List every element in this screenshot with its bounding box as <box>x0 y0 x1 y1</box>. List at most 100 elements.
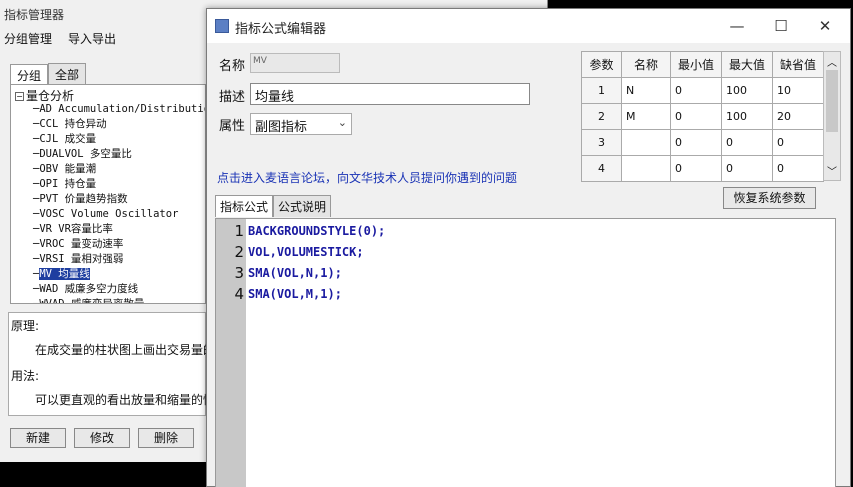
tree-item-label: AD Accumulation/Distribution <box>39 103 206 115</box>
line-number: 3 <box>234 264 244 282</box>
tree-item[interactable]: ─AD Accumulation/Distribution <box>33 102 206 117</box>
manager-menu: 分组管理 导入导出 <box>4 30 116 47</box>
tree-item[interactable]: ─PVT 价量趋势指数 <box>33 192 205 207</box>
tree-item-label: VR VR容量比率 <box>39 223 113 235</box>
forum-link[interactable]: 点击进入麦语言论坛，向文华技术人员提问你遇到的问题 <box>217 169 517 186</box>
tree-item-label: VRSI 量相对强弱 <box>39 253 124 265</box>
scroll-down-icon[interactable]: ﹀ <box>824 163 840 178</box>
attr-select[interactable]: 副图指标 ⌄ <box>250 113 352 135</box>
edit-button[interactable]: 修改 <box>74 428 130 448</box>
param-cell[interactable]: 20 <box>772 103 824 130</box>
code-line[interactable]: SMA(VOL,M,1); <box>248 284 342 305</box>
code-line[interactable]: BACKGROUNDSTYLE(0); <box>248 221 385 242</box>
param-row: 3000 <box>581 129 824 156</box>
col-header: 最大值 <box>721 51 773 78</box>
tree-item[interactable]: ─CCL 持仓异动 <box>33 117 205 132</box>
scroll-thumb[interactable] <box>826 70 838 132</box>
param-cell[interactable]: 100 <box>721 77 773 104</box>
tab-formula[interactable]: 指标公式 <box>215 195 274 217</box>
minimize-button[interactable]: — <box>725 15 749 37</box>
desc-label: 描述 <box>219 90 246 105</box>
name-field[interactable]: MV <box>250 53 340 73</box>
tree-item[interactable]: ─MV 均量线 <box>33 267 205 282</box>
tree-item[interactable]: ─CJL 成交量 <box>33 132 205 147</box>
principle-label: 原理: <box>11 319 40 333</box>
tree-item[interactable]: ─DUALVOL 多空量比 <box>33 147 205 162</box>
col-header: 参数 <box>581 51 622 78</box>
tree-root-label: 量仓分析 <box>26 89 75 103</box>
tree-item[interactable]: ─VRSI 量相对强弱 <box>33 252 205 267</box>
attr-select-value: 副图指标 <box>255 120 308 135</box>
formula-editor-window: 指标公式编辑器 — ☐ ✕ 名称 MV 描述 均量线 属性 副图指标 ⌄ 点击进… <box>206 8 851 487</box>
tree-item-label: CCL 持仓异动 <box>39 118 107 130</box>
editor-titlebar[interactable]: 指标公式编辑器 — ☐ ✕ <box>207 9 850 43</box>
param-cell[interactable]: 0 <box>670 103 722 130</box>
param-index: 2 <box>581 103 622 130</box>
chevron-down-icon[interactable]: ⌄ <box>338 116 347 129</box>
usage-label: 用法: <box>11 369 40 383</box>
code-line[interactable]: SMA(VOL,N,1); <box>248 263 342 284</box>
tree-item[interactable]: ─VROC 量变动速率 <box>33 237 205 252</box>
tree-item-label: MV 均量线 <box>39 268 90 280</box>
collapse-icon[interactable]: − <box>15 92 24 101</box>
editor-title: 指标公式编辑器 <box>235 22 327 37</box>
param-cell[interactable]: 0 <box>772 155 824 182</box>
tree-item-label: OPI 持仓量 <box>39 178 97 190</box>
tree-item[interactable]: ─WVAD 威廉变异离散量 <box>33 297 205 303</box>
usage-text: 可以更直观的看出放量和缩量的情 <box>35 393 216 407</box>
menu-import-export[interactable]: 导入导出 <box>68 30 116 47</box>
app-icon <box>215 19 229 33</box>
param-index: 3 <box>581 129 622 156</box>
tree-item-label: DUALVOL 多空量比 <box>39 148 132 160</box>
param-cell[interactable]: 10 <box>772 77 824 104</box>
manager-title: 指标管理器 <box>4 8 65 22</box>
param-cell[interactable] <box>621 129 671 156</box>
manager-tabs: 分组 全部 <box>10 63 87 86</box>
maximize-button[interactable]: ☐ <box>769 15 793 37</box>
code-editor[interactable]: 1 BACKGROUNDSTYLE(0); 2 VOL,VOLUMESTICK; 3 SM… <box>215 218 836 487</box>
indicator-tree: − 量仓分析 ─AD Accumulation/Distribution ─CCL … <box>10 84 206 304</box>
tree-item-label: OBV 能量潮 <box>39 163 97 175</box>
param-cell[interactable] <box>621 155 671 182</box>
attr-label: 属性 <box>219 119 246 134</box>
param-cell[interactable]: M <box>621 103 671 130</box>
param-cell[interactable]: 0 <box>721 155 773 182</box>
line-number: 4 <box>234 285 244 303</box>
param-cell[interactable]: 0 <box>772 129 824 156</box>
tree-item[interactable]: ─VOSC Volume Oscillator <box>33 207 205 222</box>
line-number: 2 <box>234 243 244 261</box>
tree-item[interactable]: ─WAD 威廉多空力度线 <box>33 282 205 297</box>
tree-item-label: PVT 价量趋势指数 <box>39 193 128 205</box>
manager-buttons: 新建 修改 删除 <box>10 428 194 448</box>
param-cell[interactable]: 0 <box>721 129 773 156</box>
param-row: 1 N 0 100 10 <box>581 77 824 104</box>
tree-item[interactable]: ─OBV 能量潮 <box>33 162 205 177</box>
tab-all[interactable]: 全部 <box>48 63 87 85</box>
principle-text: 在成交量的柱状图上画出交易量的 <box>35 343 216 357</box>
code-line[interactable]: VOL,VOLUMESTICK; <box>248 242 364 263</box>
param-cell[interactable]: N <box>621 77 671 104</box>
param-cell[interactable]: 100 <box>721 103 773 130</box>
line-number: 1 <box>234 222 244 240</box>
tree-item-label: CJL 成交量 <box>39 133 97 145</box>
menu-group-manage[interactable]: 分组管理 <box>4 30 52 47</box>
delete-button[interactable]: 删除 <box>138 428 194 448</box>
param-cell[interactable]: 0 <box>670 77 722 104</box>
tree-item[interactable]: ─VR VR容量比率 <box>33 222 205 237</box>
param-cell[interactable]: 0 <box>670 129 722 156</box>
restore-params-button[interactable]: 恢复系统参数 <box>723 187 816 209</box>
tree-items: ─AD Accumulation/Distribution ─CCL 持仓异动 ─C… <box>33 102 206 303</box>
tab-formula-description[interactable]: 公式说明 <box>273 195 332 217</box>
name-label: 名称 <box>219 59 246 74</box>
new-button[interactable]: 新建 <box>10 428 66 448</box>
scroll-up-icon[interactable]: ︿ <box>824 54 840 69</box>
param-cell[interactable]: 0 <box>670 155 722 182</box>
desc-field[interactable]: 均量线 <box>250 83 530 105</box>
param-index: 4 <box>581 155 622 182</box>
editor-tabs: 指标公式 公式说明 <box>215 195 332 217</box>
params-scrollbar[interactable]: ︿ ﹀ <box>823 51 841 181</box>
param-row: 2 M 0 100 20 <box>581 103 824 130</box>
close-button[interactable]: ✕ <box>813 15 837 37</box>
tree-item[interactable]: ─OPI 持仓量 <box>33 177 205 192</box>
tab-group[interactable]: 分组 <box>10 64 49 86</box>
